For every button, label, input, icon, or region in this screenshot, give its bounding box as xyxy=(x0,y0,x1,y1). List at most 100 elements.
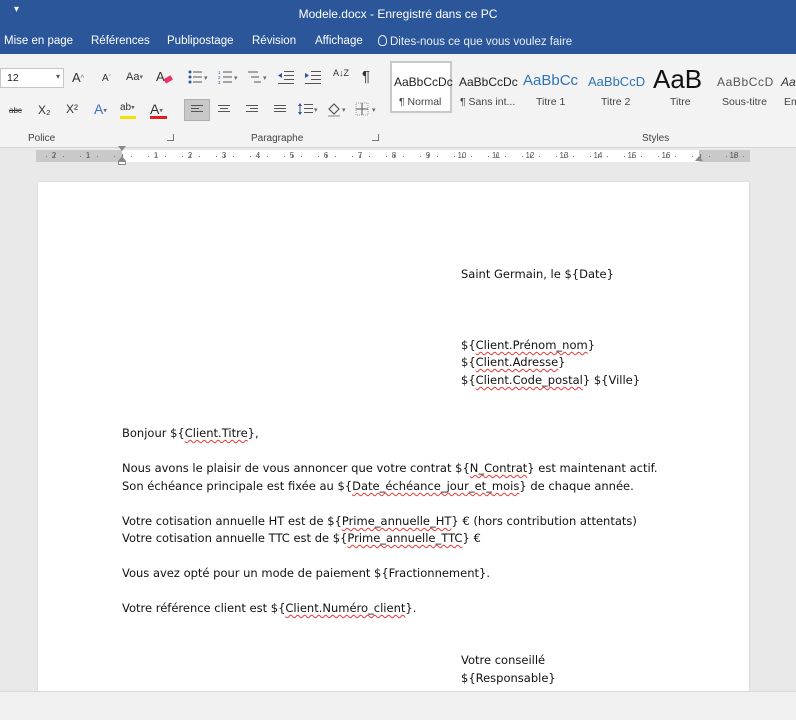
ruler-tick xyxy=(283,156,285,157)
style-sans-interligne-label[interactable]: ¶ Sans int... xyxy=(460,96,515,108)
align-right-button[interactable] xyxy=(240,99,264,121)
signature-title[interactable]: Votre conseillé xyxy=(461,653,545,667)
ruler-tick xyxy=(487,156,489,157)
style-titre-sample[interactable]: AaB xyxy=(653,64,702,95)
style-titre2-label[interactable]: Titre 2 xyxy=(601,96,630,108)
ruler-tick xyxy=(351,156,353,157)
style-emphase-label[interactable]: Em xyxy=(784,96,796,108)
ruler-tick xyxy=(147,156,149,157)
ruler-tick xyxy=(249,156,251,157)
ruler-tick xyxy=(572,156,574,157)
right-indent-marker[interactable] xyxy=(695,156,703,161)
paragraph-payment[interactable]: Vous avez opté pour un mode de paiement … xyxy=(122,566,490,580)
tell-me-box[interactable]: Dites-nous ce que vous voulez faire xyxy=(378,35,572,48)
ruler-tick xyxy=(232,156,234,157)
align-left-icon xyxy=(191,105,203,115)
address-name[interactable]: ${Client.Prénom_nom} xyxy=(461,338,595,352)
justify-button[interactable] xyxy=(268,99,292,121)
ruler-tick xyxy=(666,154,667,158)
shading-button[interactable]: ▾ xyxy=(326,101,348,120)
subscript-button[interactable]: X₂ xyxy=(38,103,51,117)
lightbulb-icon xyxy=(378,35,387,46)
style-titre-label[interactable]: Titre xyxy=(670,96,691,108)
clear-formatting-icon[interactable]: A xyxy=(155,67,173,87)
ruler-tick xyxy=(54,154,55,158)
tab-mise-en-page[interactable]: Mise en page xyxy=(4,35,73,47)
ruler-tick xyxy=(428,154,429,158)
paragraph-contract-line1[interactable]: Nous avons le plaisir de vous annoncer q… xyxy=(122,461,658,475)
address-street[interactable]: ${Client.Adresse} xyxy=(461,355,566,369)
align-right-icon xyxy=(246,105,258,115)
ruler-tick xyxy=(198,156,200,157)
tab-affichage[interactable]: Affichage xyxy=(315,35,363,47)
ruler-tick xyxy=(292,154,293,158)
bullets-button[interactable]: ▾ xyxy=(188,70,210,87)
grow-font-button[interactable]: A^ xyxy=(72,70,84,85)
paragraph-contract-line2[interactable]: Son échéance principale est fixée au ${D… xyxy=(122,479,634,493)
ruler-tick xyxy=(504,156,506,157)
date-line[interactable]: Saint Germain, le ${Date} xyxy=(461,267,614,281)
tab-publipostage[interactable]: Publipostage xyxy=(167,35,234,47)
style-titre1-sample[interactable]: AaBbCc xyxy=(523,72,578,89)
ruler-tick xyxy=(164,156,166,157)
ruler-tick xyxy=(708,156,710,157)
ruler-tick xyxy=(258,154,259,158)
title-bar: ▾ Modele.docx - Enregistré dans ce PC xyxy=(0,0,796,32)
font-dialog-launcher-icon[interactable] xyxy=(167,134,174,141)
shrink-font-button[interactable]: Aˇ xyxy=(102,73,111,84)
align-center-button[interactable] xyxy=(212,99,236,121)
address-city[interactable]: ${Client.Code_postal} ${Ville} xyxy=(461,373,640,387)
decrease-indent-button[interactable] xyxy=(278,70,294,87)
show-formatting-marks-button[interactable]: ¶ xyxy=(362,68,370,85)
font-size-combo[interactable]: 12 ▾ xyxy=(0,68,64,88)
first-line-indent-marker[interactable] xyxy=(118,146,126,151)
style-sous-titre-sample[interactable]: AaBbCcD xyxy=(717,75,774,89)
svg-text:3: 3 xyxy=(218,80,221,84)
styles-group-label: Styles xyxy=(642,133,670,144)
document-page[interactable]: Saint Germain, le ${Date} ${Client.Préno… xyxy=(38,182,749,720)
ruler-tick xyxy=(606,156,608,157)
text-effects-button[interactable]: A▾ xyxy=(94,101,107,117)
style-emphase-sample[interactable]: Aa xyxy=(781,75,796,89)
ruler-tick xyxy=(224,154,225,158)
style-sans-interligne-sample[interactable]: AaBbCcDc xyxy=(459,75,518,89)
ruler-tick xyxy=(632,154,633,158)
change-case-button[interactable]: Aa▾ xyxy=(126,71,143,83)
numbering-button[interactable]: 1 2 3 ▾ xyxy=(218,70,240,87)
superscript-button[interactable]: X² xyxy=(66,102,78,116)
ruler-tick xyxy=(538,156,540,157)
signature-name[interactable]: ${Responsable} xyxy=(461,671,556,685)
ruler-tick xyxy=(181,156,183,157)
borders-button[interactable]: ▾ xyxy=(355,102,379,119)
paragraph-premium-ttc[interactable]: Votre cotisation annuelle TTC est de ${P… xyxy=(122,531,481,545)
left-indent-marker[interactable] xyxy=(118,161,126,165)
ruler-tick xyxy=(215,156,217,157)
greeting[interactable]: Bonjour ${Client.Titre}, xyxy=(122,426,259,440)
style-normal-sample[interactable]: AaBbCcDc xyxy=(394,75,453,89)
style-normal-label[interactable]: ¶ Normal xyxy=(399,96,441,108)
ruler-tick xyxy=(385,156,387,157)
highlight-button[interactable]: ab▾ xyxy=(120,102,135,113)
style-sous-titre-label[interactable]: Sous-titre xyxy=(722,96,767,108)
paragraph-dialog-launcher-icon[interactable] xyxy=(372,134,379,141)
font-color-button[interactable]: A▾ xyxy=(150,101,163,117)
ruler-tick xyxy=(470,156,472,157)
align-left-button[interactable] xyxy=(184,99,210,121)
style-titre2-sample[interactable]: AaBbCcD xyxy=(588,74,645,89)
tab-revision[interactable]: Révision xyxy=(252,35,296,47)
horizontal-ruler[interactable]: 2 1 1 2 3 4 5 6 7 8 9 10 11 12 13 14 15 … xyxy=(36,150,750,162)
increase-indent-button[interactable] xyxy=(305,70,321,87)
svg-text:A: A xyxy=(156,69,165,84)
line-spacing-button[interactable]: ▾ xyxy=(298,102,320,119)
sort-button[interactable]: A↓Z xyxy=(333,69,349,78)
multilevel-list-button[interactable]: ▾ xyxy=(248,70,270,87)
paragraph-client-ref[interactable]: Votre référence client est ${Client.Numé… xyxy=(122,601,416,615)
ruler-tick xyxy=(742,156,744,157)
paragraph-premium-ht[interactable]: Votre cotisation annuelle HT est de ${Pr… xyxy=(122,514,637,528)
strikethrough-button[interactable]: abc xyxy=(9,106,22,115)
ruler-tick xyxy=(530,154,531,158)
svg-text:▾: ▾ xyxy=(314,107,318,114)
ruler-tick xyxy=(326,154,327,158)
style-titre1-label[interactable]: Titre 1 xyxy=(536,96,565,108)
tab-references[interactable]: Références xyxy=(91,35,150,47)
